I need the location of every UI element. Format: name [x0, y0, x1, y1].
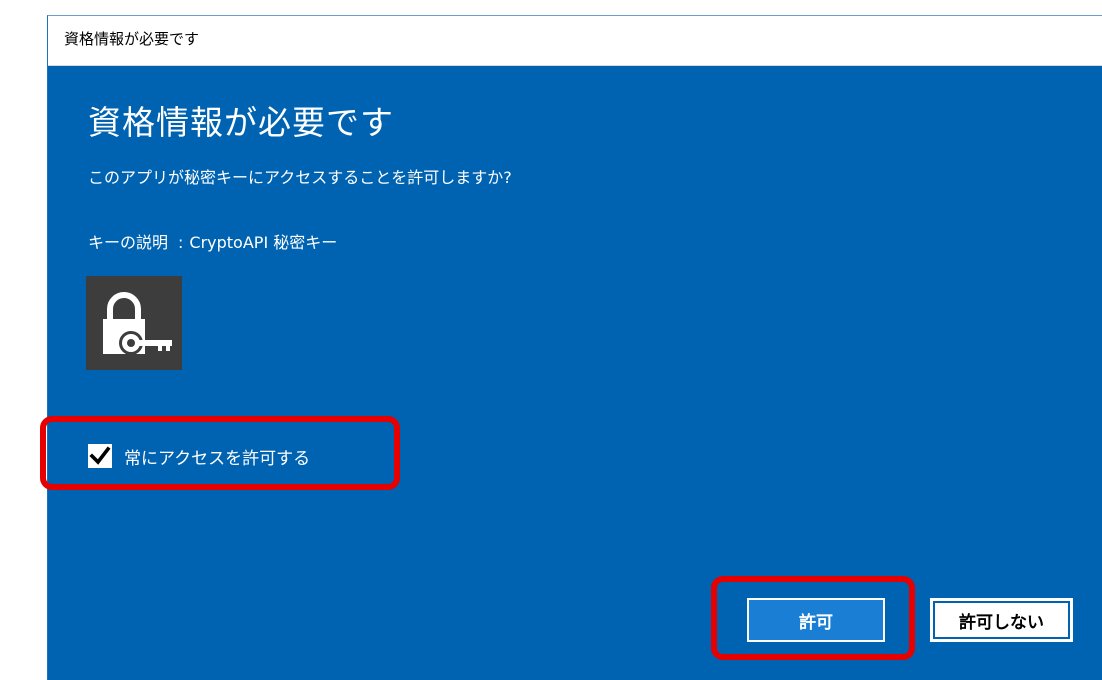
dialog-heading: 資格情報が必要です — [88, 103, 394, 142]
access-question: このアプリが秘密キーにアクセスすることを許可しますか? — [88, 168, 512, 187]
allow-button-highlight-box — [711, 576, 915, 660]
key-description: キーの説明: CryptoAPI 秘密キー — [88, 229, 337, 253]
key-description-separator: : — [178, 233, 184, 252]
window-title: 資格情報が必要です — [64, 30, 200, 48]
credential-dialog-window: 資格情報が必要です 資格情報が必要です このアプリが秘密キーにアクセスすることを… — [47, 15, 1102, 680]
lock-key-icon — [86, 276, 182, 370]
key-description-value: CryptoAPI 秘密キー — [189, 233, 338, 252]
lock-key-icon-graphic — [103, 292, 172, 355]
key-description-label: キーの説明 — [88, 233, 169, 252]
title-bar: 資格情報が必要です — [48, 16, 1102, 66]
deny-button[interactable]: 許可しない — [930, 598, 1073, 642]
checkbox-highlight-box — [40, 416, 400, 490]
